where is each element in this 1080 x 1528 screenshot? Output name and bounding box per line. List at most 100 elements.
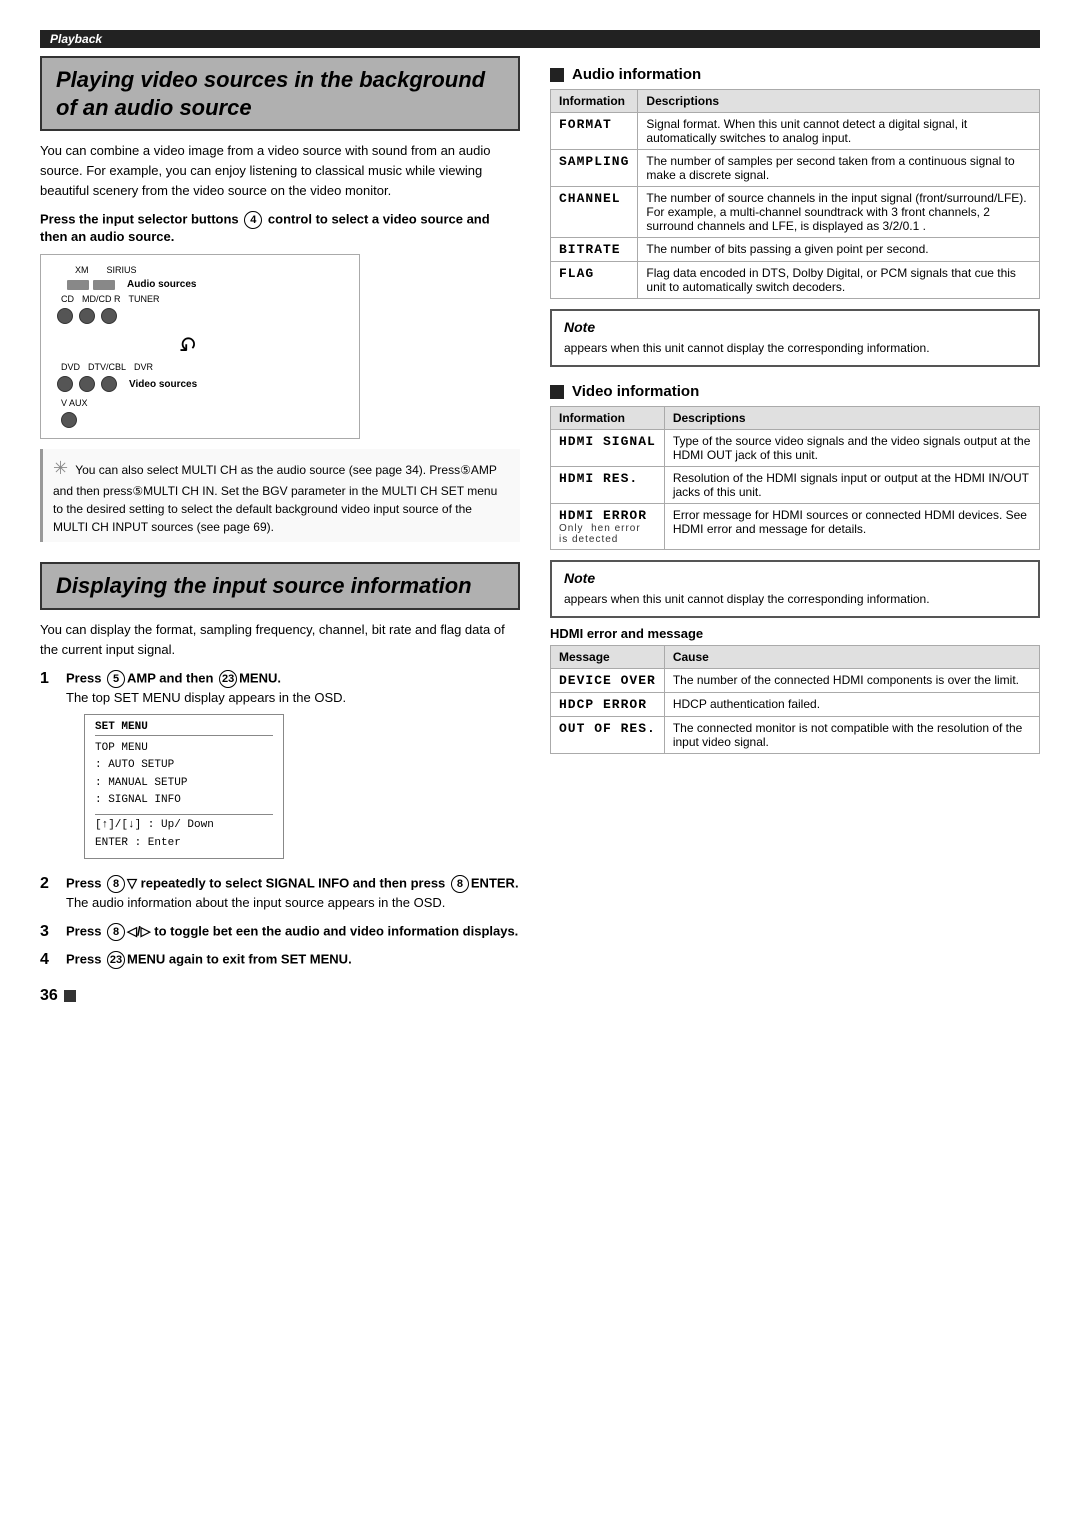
hdmi-error-header-msg: Message — [551, 646, 665, 669]
diagram-cd-labels: CD MD/CD R TUNER — [61, 294, 197, 304]
hdmi-error-row-hdcp: HDCP ERROR HDCP authentication failed. — [551, 693, 1040, 717]
playback-label: Playback — [40, 30, 1040, 48]
video-sources-label: Video sources — [129, 379, 197, 390]
osd-line-1: TOP MENU — [95, 740, 273, 758]
hdmi-hdcp-msg: HDCP ERROR — [551, 693, 665, 717]
section2-title: Displaying the input source information — [40, 562, 520, 610]
diagram-vaux: V AUX — [61, 398, 197, 408]
step-3-content: Press 8◁/▷ to toggle bet een the audio a… — [66, 923, 520, 941]
audio-channel-info: CHANNEL — [551, 187, 638, 238]
tip-box: ✳ You can also select MULTI CH as the au… — [40, 449, 520, 542]
audio-section-title: Audio information — [572, 66, 701, 83]
section1-instruction: Press the input selector buttons 4 contr… — [40, 211, 520, 244]
audio-sources-label: Audio sources — [127, 279, 196, 290]
section1-title: Playing video sources in the background … — [40, 56, 520, 131]
page: Playback Playing video sources in the ba… — [0, 0, 1080, 1528]
audio-info-header: Audio information — [550, 66, 1040, 83]
audio-flag-info: FLAG — [551, 262, 638, 299]
video-row-hdmi-signal: HDMI SIGNAL Type of the source video sig… — [551, 430, 1040, 467]
step-4-num: 4 — [40, 951, 58, 969]
diagram-row1: Audio sources — [57, 279, 197, 290]
left-column: Playing video sources in the background … — [40, 56, 520, 1498]
step-1-bold: Press 5AMP and then 23MENU. — [66, 670, 520, 688]
hdmi-error-header-cause: Cause — [664, 646, 1039, 669]
btn-dvr — [101, 376, 117, 392]
osd-display: SET MENU TOP MENU : AUTO SETUP : MANUAL … — [84, 714, 284, 860]
right-column: Audio information Information Descriptio… — [550, 56, 1040, 1498]
hdmi-error-section: HDMI error and message Message Cause DEV… — [550, 626, 1040, 754]
hdmi-device-over-cause: The number of the connected HDMI compone… — [664, 669, 1039, 693]
audio-sampling-desc: The number of samples per second taken f… — [638, 150, 1040, 187]
step-2: 2 Press 8▽ repeatedly to select SIGNAL I… — [40, 875, 520, 913]
step-2-body: The audio information about the input so… — [66, 893, 520, 913]
step-2-content: Press 8▽ repeatedly to select SIGNAL INF… — [66, 875, 520, 913]
diagram-inner: XM SIRIUS Audio sources CD MD/ — [57, 265, 197, 428]
diagram-dvd-labels: DVD DTV/CBL DVR — [61, 362, 197, 372]
only-error-note: Only hen erroris detected — [559, 523, 656, 545]
audio-table-header-desc: Descriptions — [638, 90, 1040, 113]
page-number-area: 36 — [40, 987, 520, 1005]
video-hdmi-signal-desc: Type of the source video signals and the… — [664, 430, 1039, 467]
osd-title: SET MENU — [95, 721, 273, 736]
osd-line-3: : MANUAL SETUP — [95, 775, 273, 793]
btn-vaux — [61, 412, 77, 428]
audio-flag-desc: Flag data encoded in DTS, Dolby Digital,… — [638, 262, 1040, 299]
video-hdmi-res-desc: Resolution of the HDMI signals input or … — [664, 467, 1039, 504]
video-note-title: Note — [564, 570, 1026, 586]
section1-body: You can combine a video image from a vid… — [40, 141, 520, 201]
osd-line-4: : SIGNAL INFO — [95, 792, 273, 810]
audio-note-text: appears when this unit cannot display th… — [564, 339, 1026, 357]
hdmi-error-table: Message Cause DEVICE OVER The number of … — [550, 645, 1040, 754]
diagram-row2 — [57, 308, 197, 324]
osd-line-5: [↑]/[↓] : Up/ Down — [95, 817, 273, 835]
tip-icon: ✳ — [53, 458, 68, 478]
hdmi-hdcp-cause: HDCP authentication failed. — [664, 693, 1039, 717]
video-hdmi-error-info: HDMI ERROR Only hen erroris detected — [551, 504, 665, 550]
audio-table-header-info: Information — [551, 90, 638, 113]
audio-format-info: FORMAT — [551, 113, 638, 150]
video-info-table: Information Descriptions HDMI SIGNAL Typ… — [550, 406, 1040, 550]
step-1-num: 1 — [40, 670, 58, 688]
btn-dtvcbl — [79, 376, 95, 392]
audio-sampling-info: SAMPLING — [551, 150, 638, 187]
instruction-bold: Press the input selector buttons — [40, 212, 239, 227]
diagram-arrow: ↺ — [97, 330, 197, 356]
video-note-text: appears when this unit cannot display th… — [564, 590, 1026, 608]
btn-xm — [67, 280, 89, 290]
video-row-hdmi-error: HDMI ERROR Only hen erroris detected Err… — [551, 504, 1040, 550]
osd-line-6: ENTER : Enter — [95, 835, 273, 853]
audio-bitrate-info: BITRATE — [551, 238, 638, 262]
audio-row-bitrate: BITRATE The number of bits passing a giv… — [551, 238, 1040, 262]
diagram-row3: Video sources — [57, 376, 197, 392]
video-section-title: Video information — [572, 383, 699, 400]
audio-row-flag: FLAG Flag data encoded in DTS, Dolby Dig… — [551, 262, 1040, 299]
diagram-top-labels: XM SIRIUS — [75, 265, 197, 275]
audio-info-table: Information Descriptions FORMAT Signal f… — [550, 89, 1040, 299]
video-table-header-info: Information — [551, 407, 665, 430]
video-hdmi-error-desc: Error message for HDMI sources or connec… — [664, 504, 1039, 550]
step-4-bold: Press 23MENU again to exit from SET MENU… — [66, 951, 520, 969]
audio-row-channel: CHANNEL The number of source channels in… — [551, 187, 1040, 238]
circle-4: 4 — [244, 211, 262, 229]
video-table-header-desc: Descriptions — [664, 407, 1039, 430]
audio-row-sampling: SAMPLING The number of samples per secon… — [551, 150, 1040, 187]
video-note-box: Note appears when this unit cannot displ… — [550, 560, 1040, 618]
section2-body: You can display the format, sampling fre… — [40, 620, 520, 660]
video-info-header: Video information — [550, 383, 1040, 400]
step-3: 3 Press 8◁/▷ to toggle bet een the audio… — [40, 923, 520, 941]
audio-note-box: Note appears when this unit cannot displ… — [550, 309, 1040, 367]
step-4: 4 Press 23MENU again to exit from SET ME… — [40, 951, 520, 969]
step-2-num: 2 — [40, 875, 58, 893]
btn-cd — [57, 308, 73, 324]
hdmi-error-title: HDMI error and message — [550, 626, 1040, 641]
step-1-body: The top SET MENU display appears in the … — [66, 688, 520, 708]
audio-section-icon — [550, 68, 564, 82]
step-3-num: 3 — [40, 923, 58, 941]
hdmi-error-row-out-of-res: OUT OF RES. The connected monitor is not… — [551, 717, 1040, 754]
step-2-bold: Press 8▽ repeatedly to select SIGNAL INF… — [66, 875, 520, 893]
btn-dvd — [57, 376, 73, 392]
hdmi-error-row-device-over: DEVICE OVER The number of the connected … — [551, 669, 1040, 693]
btn-tuner — [101, 308, 117, 324]
video-row-hdmi-res: HDMI RES. Resolution of the HDMI signals… — [551, 467, 1040, 504]
video-hdmi-signal-info: HDMI SIGNAL — [551, 430, 665, 467]
